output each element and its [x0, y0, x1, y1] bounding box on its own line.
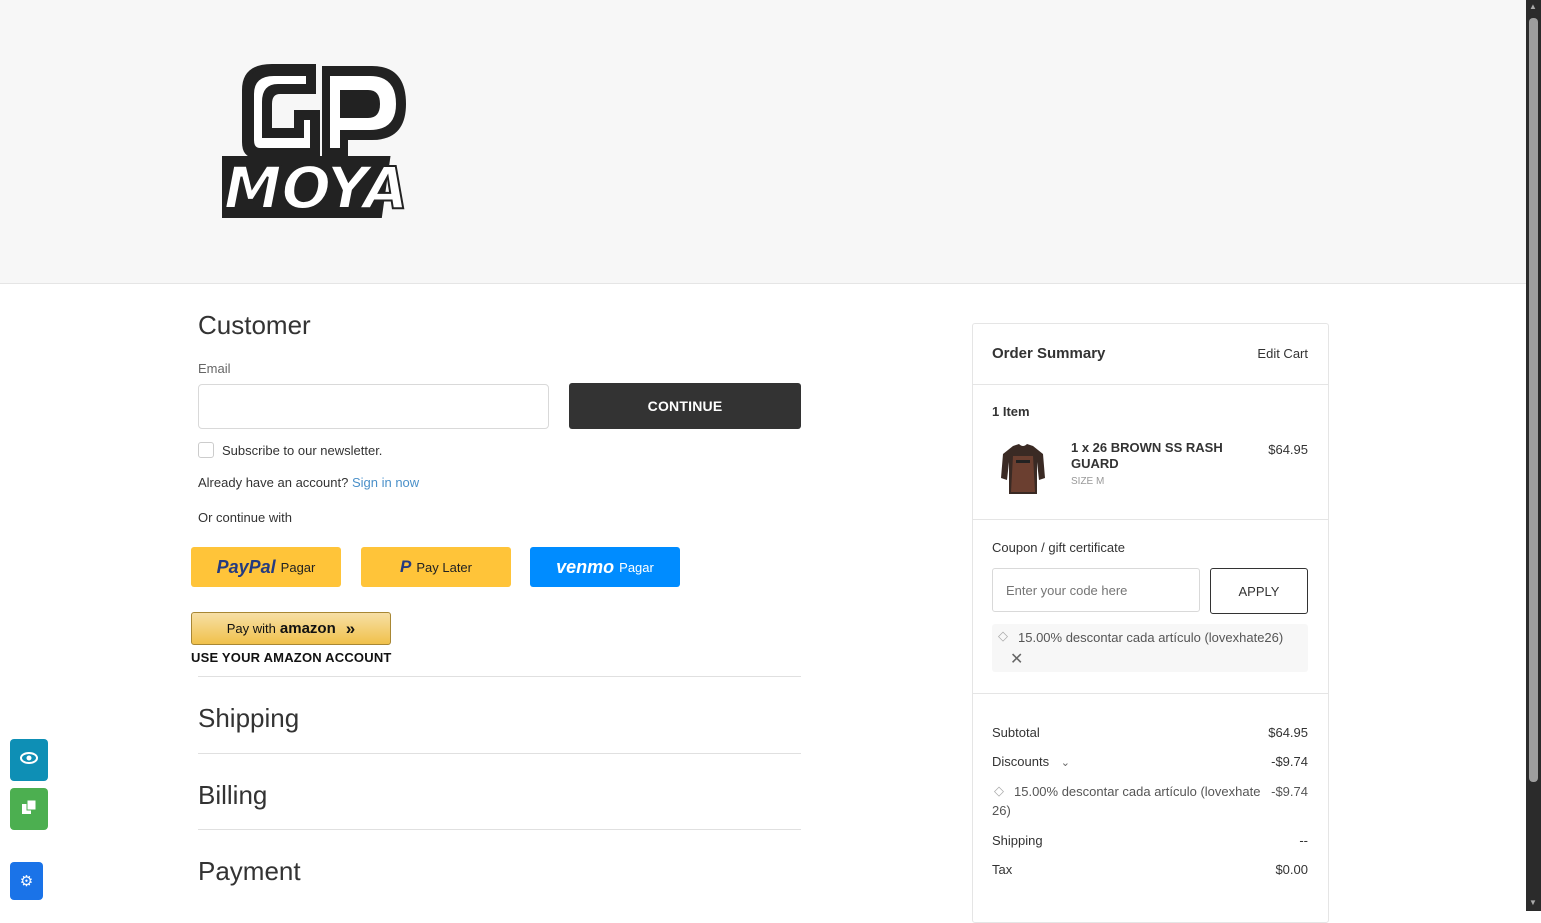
settings-button[interactable]: ⚙ — [10, 862, 43, 900]
store-header: MOYA — [0, 0, 1526, 284]
tag-icon: ◇ — [994, 783, 1004, 798]
section-divider — [198, 676, 801, 677]
amazon-logo-icon: amazon — [279, 620, 336, 637]
double-chevron-right-icon: » — [345, 618, 356, 638]
paylater-button-label: Pay Later — [416, 559, 472, 575]
discount-detail-line1: 15.00% descontar cada artículo (lovexhat… — [1014, 784, 1261, 799]
paypal-p-icon: P — [400, 557, 412, 576]
paypal-button[interactable]: PayPal Pagar — [191, 547, 341, 587]
apply-coupon-button[interactable]: APPLY — [1210, 568, 1308, 614]
item-name-line1: 1 x 26 BROWN SS RASH — [1071, 440, 1223, 455]
moya-logo-icon: MOYA — [201, 64, 409, 223]
billing-heading[interactable]: Billing — [198, 780, 267, 811]
customer-heading: Customer — [198, 310, 311, 340]
order-summary-title: Order Summary — [992, 345, 1106, 362]
discounts-label: Discounts — [992, 754, 1050, 769]
item-count: 1 Item — [992, 404, 1030, 419]
edit-cart-link[interactable]: Edit Cart — [1257, 346, 1308, 361]
continue-with-label: Or continue with — [198, 510, 292, 525]
continue-button[interactable]: CONTINUE — [569, 383, 801, 429]
amazon-pay-pre: Pay with — [226, 621, 276, 636]
venmo-logo-icon: venmo — [556, 556, 615, 577]
scrollbar-thumb[interactable] — [1529, 18, 1538, 782]
venmo-button[interactable]: venmo Pagar — [530, 547, 680, 587]
subtotal-value: $64.95 — [1268, 725, 1308, 740]
paypal-button-label: Pagar — [280, 559, 316, 575]
shipping-label: Shipping — [992, 833, 1043, 848]
newsletter-checkbox[interactable] — [198, 442, 214, 458]
discounts-value: -$9.74 — [1271, 754, 1308, 769]
discounts-toggle[interactable]: Discounts ⌄ — [992, 754, 1070, 769]
item-name-line2: GUARD — [1071, 456, 1119, 471]
coupon-input[interactable] — [992, 568, 1200, 612]
eye-icon — [20, 751, 38, 769]
applied-coupon-text: 15.00% descontar cada artículo (lovexhat… — [1018, 630, 1284, 645]
item-variant: SIZE M — [1071, 476, 1105, 487]
shipping-value: -- — [1299, 833, 1308, 848]
scroll-up-icon[interactable]: ▲ — [1529, 2, 1537, 11]
account-prompt: Already have an account? Sign in now — [198, 475, 419, 490]
remove-coupon-icon[interactable]: ✕ — [1010, 649, 1023, 669]
coupon-link[interactable]: Coupon / gift certificate — [992, 540, 1125, 555]
preview-button[interactable] — [10, 739, 48, 781]
amazon-caption: USE YOUR AMAZON ACCOUNT — [191, 650, 392, 665]
tag-icon: ◇ — [998, 628, 1008, 643]
payment-heading[interactable]: Payment — [198, 856, 301, 887]
account-prompt-text: Already have an account? — [198, 475, 349, 490]
paypal-logo-icon: PayPal — [216, 556, 276, 577]
gear-icon: ⚙ — [19, 873, 34, 890]
product-thumbnail — [999, 442, 1047, 496]
discount-detail-line2: 26) — [992, 803, 1011, 818]
subtotal-label: Subtotal — [992, 725, 1040, 740]
applied-coupon: ◇ 15.00% descontar cada artículo (lovexh… — [992, 624, 1308, 672]
amazon-pay-button[interactable]: Pay with amazon » — [191, 612, 391, 645]
summary-divider — [973, 384, 1328, 385]
store-logo[interactable]: MOYA — [201, 60, 410, 223]
order-summary: Order Summary Edit Cart 1 Item 1 x 26 BR… — [972, 323, 1329, 923]
email-label: Email — [198, 361, 231, 376]
summary-divider — [973, 519, 1328, 520]
svg-text:MOYA: MOYA — [224, 154, 408, 222]
item-price: $64.95 — [1268, 442, 1308, 457]
discount-detail-value: -$9.74 — [1271, 784, 1308, 799]
summary-divider — [973, 693, 1328, 694]
chevron-down-icon: ⌄ — [1060, 757, 1070, 769]
tax-label: Tax — [992, 862, 1013, 877]
newsletter-label: Subscribe to our newsletter. — [222, 443, 383, 458]
scroll-down-icon[interactable]: ▼ — [1529, 898, 1537, 907]
shipping-heading[interactable]: Shipping — [198, 703, 299, 734]
copy-icon — [21, 799, 37, 820]
section-divider — [198, 829, 801, 830]
copy-button[interactable] — [10, 788, 48, 830]
paylater-button[interactable]: P Pay Later — [361, 547, 511, 587]
page-scrollbar[interactable]: ▲ ▼ — [1526, 0, 1541, 911]
rash-guard-icon — [1001, 444, 1045, 494]
section-divider — [198, 753, 801, 754]
email-input[interactable] — [198, 384, 549, 429]
sign-in-link[interactable]: Sign in now — [352, 475, 419, 490]
venmo-button-label: Pagar — [619, 559, 654, 575]
tax-value: $0.00 — [1275, 862, 1308, 877]
